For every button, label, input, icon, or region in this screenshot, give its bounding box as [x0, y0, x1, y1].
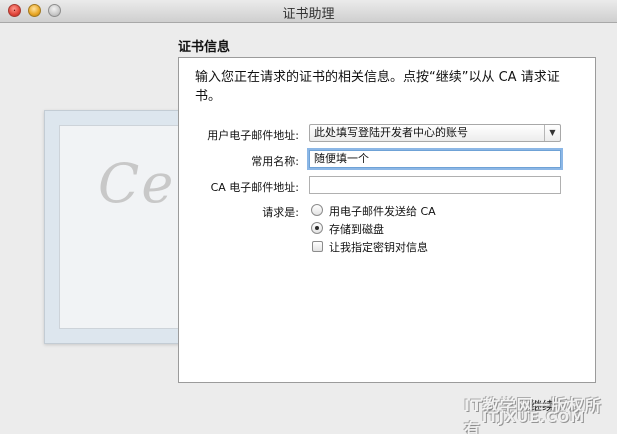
save-to-disk-label[interactable]: 存储到磁盘	[329, 221, 384, 237]
chevron-down-icon: ▼	[544, 125, 560, 141]
email-select-value: 此处填写登陆开发者中心的账号	[314, 126, 468, 139]
email-to-ca-radio[interactable]	[311, 204, 323, 216]
email-select[interactable]: 此处填写登陆开发者中心的账号 ▼	[309, 124, 561, 142]
ca-email-label: CA 电子邮件地址:	[210, 181, 299, 194]
common-name-input[interactable]: 随便填一个	[309, 150, 561, 168]
email-to-ca-label[interactable]: 用电子邮件发送给 CA	[329, 203, 436, 219]
key-pair-label[interactable]: 让我指定密钥对信息	[329, 239, 428, 255]
common-name-label: 常用名称:	[251, 155, 299, 168]
section-heading: 证书信息	[178, 40, 231, 55]
save-to-disk-radio[interactable]	[311, 222, 323, 234]
window-title: 证书助理	[282, 7, 335, 22]
ca-email-input[interactable]	[309, 176, 561, 194]
panel-description: 输入您正在请求的证书的相关信息。点按“继续”以从 CA 请求证书。	[195, 70, 560, 104]
request-label: 请求是:	[262, 206, 299, 219]
title-bar: · 证书助理	[0, 0, 617, 23]
email-label: 用户电子邮件地址:	[207, 129, 299, 142]
key-pair-checkbox[interactable]	[312, 241, 323, 252]
watermark-url: ITJXUE.COM	[482, 410, 586, 426]
certificate-assistant-window: · 证书助理 Certificate 证书信息 输入您正在请求的证书的相关信息。…	[0, 0, 617, 434]
form-panel: 输入您正在请求的证书的相关信息。点按“继续”以从 CA 请求证书。 用户电子邮件…	[178, 57, 596, 383]
